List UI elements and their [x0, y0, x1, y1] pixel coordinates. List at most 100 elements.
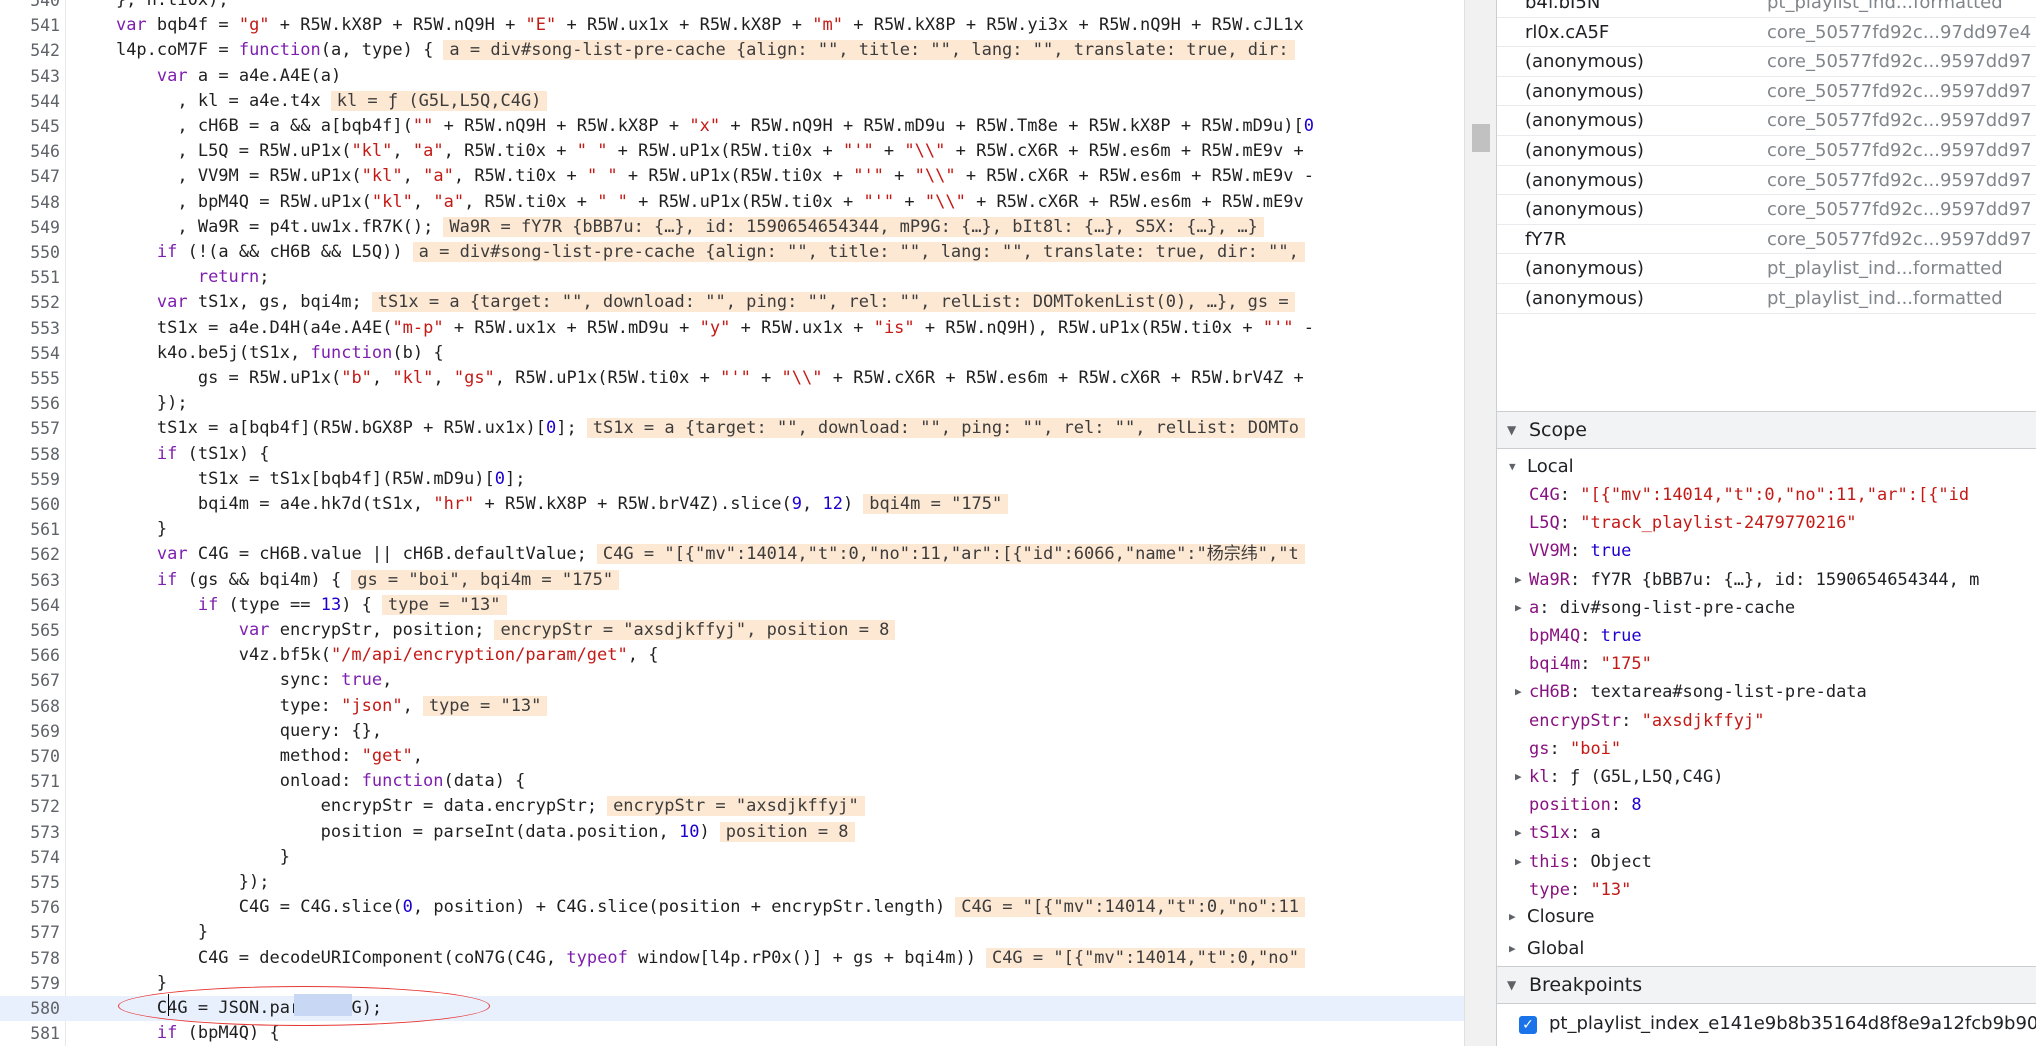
- code-line[interactable]: 567 sync: true,: [0, 668, 1464, 693]
- scope-section-header[interactable]: ▼ Scope: [1497, 411, 2036, 449]
- line-number[interactable]: 557: [0, 416, 60, 441]
- code-line[interactable]: 548 , bpM4Q = R5W.uP1x("kl", "a", R5W.ti…: [0, 190, 1464, 215]
- scope-variable[interactable]: ▶ tS1x: a: [1497, 819, 2036, 847]
- line-number[interactable]: 543: [0, 64, 60, 89]
- line-number[interactable]: 556: [0, 391, 60, 416]
- code-line[interactable]: 540 }, h.ti0x);: [0, 0, 1464, 13]
- line-number[interactable]: 572: [0, 794, 60, 819]
- scope-variable[interactable]: gs: "boi": [1497, 735, 2036, 763]
- code-line[interactable]: 570 method: "get",: [0, 744, 1464, 769]
- line-number[interactable]: 581: [0, 1021, 60, 1046]
- line-number[interactable]: 563: [0, 568, 60, 593]
- code-line[interactable]: 576 C4G = C4G.slice(0, position) + C4G.s…: [0, 895, 1464, 920]
- scope-variable[interactable]: type: "13": [1497, 876, 2036, 904]
- call-frame[interactable]: (anonymous) core_50577fd92c...9597dd97: [1497, 106, 2036, 136]
- line-number[interactable]: 575: [0, 870, 60, 895]
- code-line[interactable]: 547 , VV9M = R5W.uP1x("kl", "a", R5W.ti0…: [0, 164, 1464, 189]
- code-line[interactable]: 564 if (type == 13) {type = "13": [0, 593, 1464, 618]
- line-number[interactable]: 542: [0, 38, 60, 63]
- call-frame-location[interactable]: core_50577fd92c...9597dd97: [1767, 225, 2032, 254]
- line-number[interactable]: 569: [0, 719, 60, 744]
- code-line[interactable]: 549 , Wa9R = p4t.uw1x.fR7K(); Wa9R = fY7R…: [0, 215, 1464, 240]
- source-editor[interactable]: 540 }, h.ti0x); 541 var bqb4f = "g" + R5W…: [0, 0, 1464, 1046]
- scope-variable[interactable]: ▶ kl: ƒ (G5L,L5Q,C4G): [1497, 763, 2036, 791]
- call-frame-location[interactable]: core_50577fd92c...9597dd97: [1767, 136, 2032, 165]
- expand-triangle-icon[interactable]: ▶: [1515, 594, 1522, 622]
- line-number[interactable]: 571: [0, 769, 60, 794]
- code-line[interactable]: 573 position = parseInt(data.position, 1…: [0, 820, 1464, 845]
- scope-variable[interactable]: VV9M: true: [1497, 537, 2036, 565]
- line-number[interactable]: 577: [0, 920, 60, 945]
- line-number[interactable]: 578: [0, 946, 60, 971]
- line-number[interactable]: 546: [0, 139, 60, 164]
- call-frame-location[interactable]: core_50577fd92c...9597dd97: [1767, 106, 2032, 135]
- scope-variable[interactable]: ▶ Wa9R: fY7R {bBB7u: {…}, id: 15906546543…: [1497, 566, 2036, 594]
- line-number[interactable]: 558: [0, 442, 60, 467]
- scope-local-header[interactable]: ▼ Local: [1497, 453, 2036, 481]
- call-frame[interactable]: fY7R core_50577fd92c...9597dd97: [1497, 225, 2036, 255]
- call-frame[interactable]: rl0x.cA5F core_50577fd92c...97dd97e4: [1497, 18, 2036, 48]
- line-number[interactable]: 547: [0, 164, 60, 189]
- call-frame[interactable]: (anonymous) core_50577fd92c...9597dd97: [1497, 136, 2036, 166]
- expand-triangle-icon[interactable]: ▶: [1515, 848, 1522, 876]
- call-frame[interactable]: (anonymous) core_50577fd92c...9597dd97: [1497, 195, 2036, 225]
- scope-variable[interactable]: ▶ cH6B: textarea#song-list-pre-data: [1497, 678, 2036, 706]
- scope-global-header[interactable]: ▶ Global: [1497, 935, 2036, 963]
- line-number[interactable]: 540: [0, 0, 60, 13]
- code-line[interactable]: 550 if (!(a && cH6B && L5Q)) a = div#song…: [0, 240, 1464, 265]
- code-line[interactable]: 566 v4z.bf5k("/m/api/encryption/param/ge…: [0, 643, 1464, 668]
- code-line[interactable]: 557 tS1x = a[bqb4f](R5W.bGX8P + R5W.ux1x…: [0, 416, 1464, 441]
- line-number[interactable]: 576: [0, 895, 60, 920]
- expand-triangle-icon[interactable]: ▶: [1515, 566, 1522, 594]
- scope-variable[interactable]: L5Q: "track_playlist-2479770216": [1497, 509, 2036, 537]
- breakpoints-section-header[interactable]: ▼ Breakpoints: [1497, 966, 2036, 1004]
- call-frame-location[interactable]: core_50577fd92c...9597dd97: [1767, 47, 2032, 76]
- line-number[interactable]: 553: [0, 316, 60, 341]
- code-line[interactable]: 556 });: [0, 391, 1464, 416]
- expand-triangle-icon[interactable]: ▶: [1515, 678, 1522, 706]
- line-number[interactable]: 573: [0, 820, 60, 845]
- code-line[interactable]: 568 type: "json", type = "13": [0, 694, 1464, 719]
- line-number[interactable]: 552: [0, 290, 60, 315]
- code-line[interactable]: 559 tS1x = tS1x[bqb4f](R5W.mD9u)[0];: [0, 467, 1464, 492]
- call-frame[interactable]: b4f.bI5N pt_playlist_ind...formatted: [1497, 0, 2036, 18]
- line-number[interactable]: 567: [0, 668, 60, 693]
- breakpoint-checkbox[interactable]: ✓: [1519, 1016, 1537, 1034]
- call-frame[interactable]: (anonymous) pt_playlist_ind...formatted: [1497, 254, 2036, 284]
- scope-closure-header[interactable]: ▶ Closure: [1497, 903, 2036, 931]
- call-frame-location[interactable]: core_50577fd92c...97dd97e4: [1767, 18, 2031, 47]
- line-number[interactable]: 551: [0, 265, 60, 290]
- call-frame-location[interactable]: pt_playlist_ind...formatted: [1767, 0, 2003, 17]
- code-line[interactable]: 546 , L5Q = R5W.uP1x("kl", "a", R5W.ti0x…: [0, 139, 1464, 164]
- scope-variable[interactable]: position: 8: [1497, 791, 2036, 819]
- line-number[interactable]: 554: [0, 341, 60, 366]
- line-number[interactable]: 564: [0, 593, 60, 618]
- code-line[interactable]: 558 if (tS1x) {: [0, 442, 1464, 467]
- line-number[interactable]: 560: [0, 492, 60, 517]
- code-line[interactable]: 561 }: [0, 517, 1464, 542]
- call-frame[interactable]: (anonymous) core_50577fd92c...9597dd97: [1497, 77, 2036, 107]
- code-line[interactable]: 554 k4o.be5j(tS1x, function(b) {: [0, 341, 1464, 366]
- scope-variable[interactable]: C4G: "[{"mv":14014,"t":0,"no":11,"ar":[{…: [1497, 481, 2036, 509]
- line-number[interactable]: 570: [0, 744, 60, 769]
- line-number[interactable]: 566: [0, 643, 60, 668]
- code-line[interactable]: 578 C4G = decodeURIComponent(coN7G(C4G, …: [0, 946, 1464, 971]
- code-line[interactable]: 541 var bqb4f = "g" + R5W.kX8P + R5W.nQ9…: [0, 13, 1464, 38]
- line-number[interactable]: 562: [0, 542, 60, 567]
- call-frame[interactable]: (anonymous) pt_playlist_ind...formatted: [1497, 284, 2036, 314]
- expand-triangle-icon[interactable]: ▶: [1515, 819, 1522, 847]
- code-line[interactable]: 572 encrypStr = data.encrypStr; encrypStr…: [0, 794, 1464, 819]
- line-number[interactable]: 548: [0, 190, 60, 215]
- code-line[interactable]: 555 gs = R5W.uP1x("b", "kl", "gs", R5W.u…: [0, 366, 1464, 391]
- line-number[interactable]: 541: [0, 13, 60, 38]
- breakpoint-label[interactable]: pt_playlist_index_e141e9b8b35164d8f8e9a1…: [1549, 1013, 2036, 1034]
- line-number[interactable]: 549: [0, 215, 60, 240]
- scope-variable[interactable]: encrypStr: "axsdjkffyj": [1497, 707, 2036, 735]
- call-frame-location[interactable]: core_50577fd92c...9597dd97: [1767, 77, 2032, 106]
- line-number[interactable]: 545: [0, 114, 60, 139]
- code-line[interactable]: 553 tS1x = a4e.D4H(a4e.A4E("m-p" + R5W.u…: [0, 316, 1464, 341]
- code-line[interactable]: 571 onload: function(data) {: [0, 769, 1464, 794]
- line-number[interactable]: 579: [0, 971, 60, 996]
- expand-triangle-icon[interactable]: ▶: [1515, 763, 1522, 791]
- call-frame[interactable]: (anonymous) core_50577fd92c...9597dd97: [1497, 47, 2036, 77]
